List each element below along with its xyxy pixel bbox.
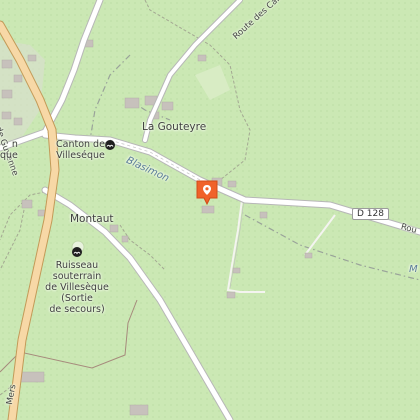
road-ref-d128: D 128 xyxy=(352,208,389,221)
label-la-gouteyre: La Gouteyre xyxy=(142,121,207,133)
spring-icon xyxy=(72,247,82,257)
label-canton: Canton de Villeséque xyxy=(56,139,105,161)
label-m: M xyxy=(409,264,418,275)
map-pin-icon[interactable] xyxy=(196,180,218,206)
spring-icon xyxy=(105,140,115,150)
map-view[interactable]: Route de Guyenne Route des Carr La Goute… xyxy=(0,0,420,420)
label-canton-partial: n que xyxy=(0,139,18,161)
label-montaut: Montaut xyxy=(70,213,114,225)
label-ruisseau: Ruisseau souterrain de Villesèque (Sorti… xyxy=(45,260,109,315)
